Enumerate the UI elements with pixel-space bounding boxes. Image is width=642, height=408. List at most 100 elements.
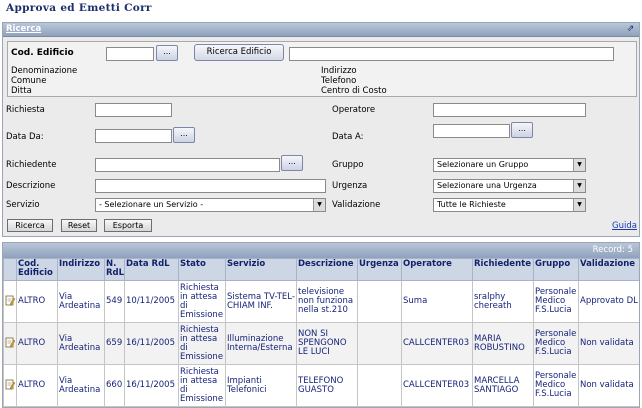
- page-title: Approva ed Emetti Corr: [6, 2, 152, 14]
- chevron-down-icon[interactable]: ▼: [573, 199, 585, 211]
- data-da-input[interactable]: [95, 129, 172, 143]
- cell-n-rdl: 659: [104, 322, 125, 365]
- indirizzo-label: Indirizzo: [321, 66, 357, 76]
- cod-edificio-label: Cod. Edificio: [11, 48, 74, 58]
- cell-indirizzo: Via Ardeatina: [57, 322, 105, 365]
- richiedente-label: Richiedente: [6, 160, 57, 170]
- urgenza-label: Urgenza: [332, 181, 368, 191]
- telefono-label: Telefono: [321, 76, 357, 86]
- reset-button[interactable]: Reset: [61, 219, 97, 232]
- search-panel-header[interactable]: Ricerca ⇗: [3, 23, 639, 37]
- table-row[interactable]: ALTRO Via Ardeatina 659 16/11/2005 Richi…: [3, 322, 639, 365]
- col-header-descrizione[interactable]: Descrizione: [296, 258, 358, 281]
- cod-edificio-input[interactable]: [106, 47, 154, 61]
- edit-icon[interactable]: [5, 295, 15, 306]
- cell-urgenza: [357, 364, 402, 407]
- guida-link[interactable]: Guida: [612, 221, 637, 231]
- cell-richiedente: MARCELLA SANTIAGO: [472, 364, 534, 407]
- col-header-richiedente[interactable]: Richiedente: [472, 258, 534, 281]
- gruppo-label: Gruppo: [332, 160, 364, 170]
- edit-icon[interactable]: [5, 379, 15, 390]
- col-header-gruppo[interactable]: Gruppo: [533, 258, 579, 281]
- denominazione-label: Denominazione: [11, 66, 78, 76]
- col-header-edit: [3, 258, 17, 281]
- table-row[interactable]: ALTRO Via Ardeatina 660 16/11/2005 Richi…: [3, 364, 639, 407]
- cell-data-rdl: 16/11/2005: [124, 322, 179, 365]
- cell-stato: Richiesta in attesa di Emissione: [178, 280, 226, 323]
- richiedente-browse-button[interactable]: ...: [281, 155, 303, 171]
- data-a-input[interactable]: [433, 124, 510, 138]
- descrizione-input[interactable]: [95, 179, 326, 193]
- data-a-calendar-button[interactable]: ...: [511, 122, 533, 138]
- cell-operatore: CALLCENTER03: [401, 322, 473, 365]
- cell-urgenza: [357, 280, 402, 323]
- cell-servizio: Illuminazione Interna/Esterna: [225, 322, 297, 365]
- chevron-down-icon[interactable]: ▼: [313, 199, 325, 211]
- col-header-servizio[interactable]: Servizio: [225, 258, 297, 281]
- esporta-button[interactable]: Esporta: [104, 219, 152, 232]
- cell-cod-edificio: ALTRO: [16, 364, 58, 407]
- cell-indirizzo: Via Ardeatina: [57, 280, 105, 323]
- cell-validazione: Approvato DL: [578, 280, 639, 323]
- validazione-select-value: Tutte le Richieste: [437, 200, 506, 209]
- richiesta-input[interactable]: [95, 103, 172, 117]
- search-panel: Ricerca ⇗ Cod. Edificio ... Ricerca Edif…: [2, 22, 640, 237]
- col-header-data-rdl[interactable]: Data RdL: [124, 258, 179, 281]
- col-header-n-rdl[interactable]: N. RdL: [104, 258, 125, 281]
- cell-gruppo: Personale Medico F.S.Lucia: [533, 322, 579, 365]
- results-panel: Record: 5 Cod. Edificio Indirizzo N. RdL…: [2, 242, 640, 408]
- edificio-search-input[interactable]: [289, 47, 614, 61]
- search-panel-title[interactable]: Ricerca: [6, 24, 41, 34]
- edificio-box: Cod. Edificio ... Ricerca Edificio Denom…: [7, 41, 637, 97]
- table-header-row: Cod. Edificio Indirizzo N. RdL Data RdL …: [3, 258, 639, 281]
- data-da-calendar-button[interactable]: ...: [173, 127, 195, 143]
- cell-descrizione: televisione non funziona nella st.210: [296, 280, 358, 323]
- col-header-urgenza[interactable]: Urgenza: [357, 258, 402, 281]
- edit-icon[interactable]: [5, 337, 15, 348]
- cell-richiedente: MARIA ROBUSTINO: [472, 322, 534, 365]
- gruppo-select[interactable]: Selezionare un Gruppo ▼: [433, 158, 586, 172]
- comune-label: Comune: [11, 76, 47, 86]
- cod-edificio-browse-button[interactable]: ...: [156, 45, 178, 61]
- cell-descrizione: NON SI SPENGONO LE LUCI: [296, 322, 358, 365]
- cell-indirizzo: Via Ardeatina: [57, 364, 105, 407]
- edit-cell[interactable]: [3, 280, 17, 323]
- operatore-label: Operatore: [332, 105, 376, 115]
- descrizione-label: Descrizione: [6, 181, 56, 191]
- servizio-select[interactable]: - Selezionare un Servizio - ▼: [95, 198, 326, 212]
- ricerca-button[interactable]: Ricerca: [7, 219, 53, 232]
- cell-cod-edificio: ALTRO: [16, 280, 58, 323]
- urgenza-select-value: Selezionare una Urgenza: [437, 181, 537, 190]
- chevron-down-icon[interactable]: ▼: [573, 180, 585, 192]
- urgenza-select[interactable]: Selezionare una Urgenza ▼: [433, 179, 586, 193]
- col-header-cod-edificio[interactable]: Cod. Edificio: [16, 258, 58, 281]
- col-header-validazione[interactable]: Validazione: [578, 258, 639, 281]
- servizio-select-value: - Selezionare un Servizio -: [99, 200, 204, 209]
- col-header-stato[interactable]: Stato: [178, 258, 226, 281]
- cell-servizio: Sistema TV-TEL-CHIAM INF.: [225, 280, 297, 323]
- edit-cell[interactable]: [3, 322, 17, 365]
- cell-data-rdl: 16/11/2005: [124, 364, 179, 407]
- validazione-select[interactable]: Tutte le Richieste ▼: [433, 198, 586, 212]
- cell-stato: Richiesta in attesa di Emissione: [178, 322, 226, 365]
- col-header-indirizzo[interactable]: Indirizzo: [57, 258, 105, 281]
- cell-descrizione: TELEFONO GUASTO: [296, 364, 358, 407]
- table-row[interactable]: ALTRO Via Ardeatina 549 10/11/2005 Richi…: [3, 280, 639, 323]
- cell-validazione: Non validata: [578, 322, 639, 365]
- cell-operatore: CALLCENTER03: [401, 364, 473, 407]
- collapse-icon[interactable]: ⇗: [625, 24, 636, 35]
- ricerca-edificio-button[interactable]: Ricerca Edificio: [194, 44, 284, 61]
- chevron-down-icon[interactable]: ▼: [573, 159, 585, 171]
- edit-cell[interactable]: [3, 364, 17, 407]
- validazione-label: Validazione: [332, 200, 381, 210]
- servizio-label: Servizio: [6, 200, 40, 210]
- cell-operatore: Suma: [401, 280, 473, 323]
- cell-validazione: Non validata: [578, 364, 639, 407]
- cell-servizio: Impianti Telefonici: [225, 364, 297, 407]
- col-header-operatore[interactable]: Operatore: [401, 258, 473, 281]
- cell-n-rdl: 660: [104, 364, 125, 407]
- cell-richiedente: sralphy chereath: [472, 280, 534, 323]
- results-table: Cod. Edificio Indirizzo N. RdL Data RdL …: [3, 258, 639, 407]
- richiedente-input[interactable]: [95, 158, 280, 172]
- operatore-input[interactable]: [433, 103, 586, 117]
